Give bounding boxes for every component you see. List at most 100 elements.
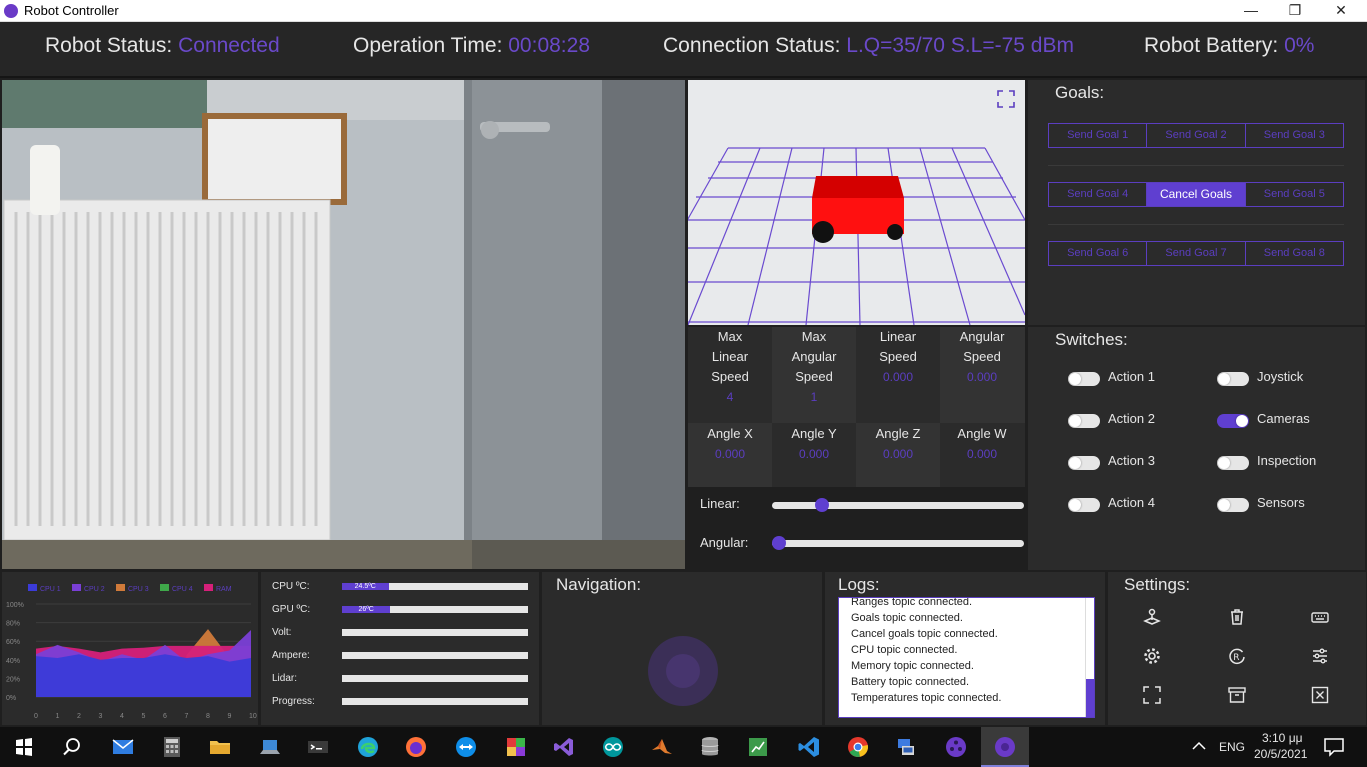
ampere-bar: [342, 652, 528, 659]
joystick-handle[interactable]: [666, 654, 700, 688]
app-grid-icon[interactable]: [504, 735, 528, 759]
linear-speed-value: 0.000: [882, 370, 914, 384]
max-angular-speed-label-2: Angular: [791, 349, 837, 364]
send-goal-2-button[interactable]: Send Goal 2: [1147, 124, 1246, 147]
active-app-taskbar-button[interactable]: [981, 727, 1029, 767]
connection-status-value: L.Q=35/70 S.L=-75 dBm: [846, 34, 1074, 57]
gpu-temp-fill: 26ºC: [342, 606, 391, 613]
angular-slider-handle[interactable]: [772, 536, 786, 550]
sensors-label: Sensors: [1257, 495, 1305, 510]
window-title: Robot Controller: [24, 3, 119, 18]
notifications-icon[interactable]: [1322, 735, 1346, 759]
file-explorer-icon[interactable]: [208, 735, 232, 759]
action-3-toggle[interactable]: [1068, 456, 1100, 470]
archive-icon[interactable]: [1227, 685, 1247, 705]
x-tick-label: 6: [163, 713, 167, 720]
sensors-toggle[interactable]: [1217, 498, 1249, 512]
vscode-icon[interactable]: [797, 735, 821, 759]
goals-row-1: Send Goal 1 Send Goal 2 Send Goal 3: [1048, 123, 1344, 148]
minimize-button[interactable]: —: [1228, 0, 1274, 22]
joystick-toggle[interactable]: [1217, 372, 1249, 386]
linear-slider-handle[interactable]: [814, 498, 829, 512]
network-app-icon[interactable]: [894, 735, 918, 759]
angle-y: Angle Y 0.000: [772, 424, 856, 464]
send-goal-5-button[interactable]: Send Goal 5: [1246, 183, 1343, 206]
inspection-toggle[interactable]: [1217, 456, 1249, 470]
log-line: CPU topic connected.: [851, 644, 958, 656]
connection-status: Connection Status: L.Q=35/70 S.L=-75 dBm: [663, 34, 1074, 58]
log-output[interactable]: Ranges topic connected. Goals topic conn…: [838, 597, 1095, 718]
cameras-toggle[interactable]: [1217, 414, 1249, 428]
send-goal-4-button[interactable]: Send Goal 4: [1049, 183, 1148, 206]
linear-slider-track[interactable]: [772, 498, 1024, 512]
send-goal-7-button[interactable]: Send Goal 7: [1147, 242, 1246, 265]
fullscreen-icon[interactable]: [1142, 685, 1162, 705]
log-scrollbar[interactable]: [1085, 598, 1094, 717]
cancel-goals-button[interactable]: Cancel Goals: [1147, 183, 1246, 206]
angle-w: Angle W 0.000: [940, 424, 1024, 464]
action-1-toggle[interactable]: [1068, 372, 1100, 386]
windows-start-icon[interactable]: [12, 735, 36, 759]
angular-slider-track[interactable]: [772, 536, 1024, 550]
arduino-icon[interactable]: [601, 735, 625, 759]
action-2-toggle[interactable]: [1068, 414, 1100, 428]
taskbar: ENG 3:10 μμ 20/5/2021: [0, 727, 1367, 767]
restore-button[interactable]: ❐: [1272, 0, 1318, 22]
robot-status-label: Robot Status:: [45, 34, 173, 57]
ros-reset-icon[interactable]: R: [1227, 646, 1247, 666]
gpu-temp-bar: 26ºC: [342, 606, 528, 613]
teamviewer-icon[interactable]: [454, 735, 478, 759]
trash-icon[interactable]: [1227, 607, 1247, 627]
joystick-base[interactable]: [648, 636, 718, 706]
spreadsheet-icon[interactable]: [746, 735, 770, 759]
legend-label: CPU 4: [172, 586, 193, 593]
sliders-settings-icon[interactable]: [1310, 646, 1330, 666]
battery-value: 0%: [1284, 34, 1315, 57]
edge-browser-icon[interactable]: [356, 735, 380, 759]
chrome-icon[interactable]: [846, 735, 870, 759]
calculator-icon[interactable]: [160, 735, 184, 759]
fullscreen-icon[interactable]: [997, 90, 1015, 108]
max-linear-speed-label-1: Max: [717, 329, 743, 344]
send-goal-8-button[interactable]: Send Goal 8: [1246, 242, 1343, 265]
terminal-cat-icon[interactable]: [306, 735, 330, 759]
matlab-icon[interactable]: [650, 735, 674, 759]
toggle-knob: [1218, 499, 1230, 511]
gear-icon[interactable]: [1142, 646, 1162, 666]
goals-panel: Goals: Send Goal 1 Send Goal 2 Send Goal…: [1028, 80, 1365, 325]
visual-studio-icon[interactable]: [552, 735, 576, 759]
remote-desktop-icon[interactable]: [258, 735, 282, 759]
clock-time[interactable]: 3:10 μμ: [1262, 731, 1303, 745]
resource-chart-panel: CPU 1 CPU 2 CPU 3 CPU 4 RAM 100% 80% 60% 40% 20% 0…: [2, 572, 258, 725]
cpu-temp-bar: 24.5ºC: [342, 583, 528, 590]
joystick-icon[interactable]: [1142, 607, 1162, 627]
operation-time: Operation Time: 00:08:28: [353, 34, 590, 58]
chevron-up-icon[interactable]: [1190, 737, 1208, 755]
lidar-label: Lidar:: [272, 673, 298, 684]
angle-y-value: 0.000: [798, 447, 830, 461]
clock-date[interactable]: 20/5/2021: [1254, 747, 1307, 761]
search-icon[interactable]: [60, 735, 84, 759]
ros-app-icon[interactable]: [944, 735, 968, 759]
input-language[interactable]: ENG: [1219, 740, 1245, 754]
linear-slider-label: Linear:: [700, 496, 740, 511]
send-goal-1-button[interactable]: Send Goal 1: [1049, 124, 1148, 147]
gpu-temp-label: GPU ºC:: [272, 604, 311, 615]
toggle-knob: [1218, 373, 1230, 385]
send-goal-3-button[interactable]: Send Goal 3: [1246, 124, 1343, 147]
legend-label: CPU 3: [128, 586, 149, 593]
action-4-toggle[interactable]: [1068, 498, 1100, 512]
log-scrollbar-thumb[interactable]: [1086, 679, 1094, 717]
mail-icon[interactable]: [111, 735, 135, 759]
keyboard-icon[interactable]: [1310, 607, 1330, 627]
send-goal-6-button[interactable]: Send Goal 6: [1049, 242, 1148, 265]
close-window-icon[interactable]: [1310, 685, 1330, 705]
toggle-knob: [1218, 457, 1230, 469]
close-button[interactable]: ✕: [1318, 0, 1364, 22]
log-line: Battery topic connected.: [851, 676, 970, 688]
settings-title: Settings:: [1124, 575, 1191, 594]
database-icon[interactable]: [698, 735, 722, 759]
x-tick-label: 4: [120, 713, 124, 720]
robot-3d-viewer[interactable]: [688, 80, 1025, 325]
firefox-icon[interactable]: [404, 735, 428, 759]
